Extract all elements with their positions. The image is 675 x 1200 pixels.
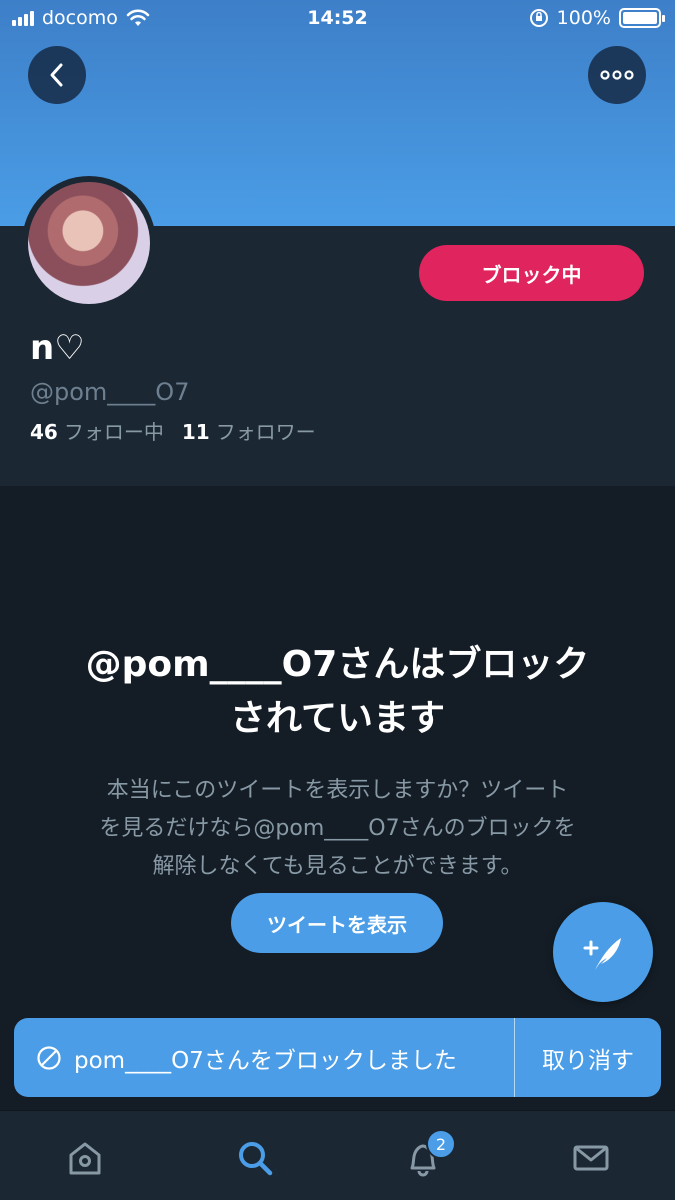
profile-stats: 46 フォロー中 11 フォロワー bbox=[30, 416, 316, 445]
undo-button[interactable]: 取り消す bbox=[515, 1041, 661, 1075]
more-icon bbox=[600, 70, 634, 80]
blocked-title-line2: されています bbox=[230, 698, 445, 739]
home-icon bbox=[69, 1142, 101, 1175]
avatar-image bbox=[28, 182, 150, 304]
blocked-button[interactable]: ブロック中 bbox=[419, 245, 644, 301]
following-label: フォロー中 bbox=[63, 420, 164, 444]
block-icon bbox=[37, 1045, 61, 1070]
chevron-left-icon bbox=[50, 63, 63, 87]
blocked-description: 本当にこのツイートを表示しますか？ツイート を見るだけなら@pom____O7さ… bbox=[50, 772, 625, 886]
mail-icon bbox=[573, 1145, 609, 1171]
handle: @pom____O7 bbox=[30, 378, 190, 406]
more-options-button[interactable] bbox=[588, 46, 646, 104]
blocked-desc-line1: 本当にこのツイートを表示しますか？ツイート bbox=[106, 778, 569, 803]
blocked-title-line1: @pom____O7さんはブロック bbox=[85, 644, 590, 685]
blocked-desc-line2: を見るだけなら@pom____O7さんのブロックを bbox=[99, 816, 576, 841]
blocked-desc-line3: 解除しなくても見ることができます。 bbox=[152, 854, 523, 879]
block-toast: pom____O7さんをブロックしました 取り消す bbox=[14, 1018, 661, 1097]
status-bar: docomo 14:52 100% bbox=[0, 0, 675, 38]
compose-feather-icon bbox=[583, 938, 621, 970]
compose-tweet-button[interactable] bbox=[553, 902, 653, 1002]
battery-percent: 100% bbox=[556, 7, 611, 29]
followers-label: フォロワー bbox=[215, 420, 316, 444]
tab-search[interactable] bbox=[230, 1133, 280, 1183]
tab-notifications[interactable]: 2 bbox=[398, 1129, 456, 1183]
notification-badge: 2 bbox=[426, 1129, 456, 1159]
display-name: n♡ bbox=[30, 328, 85, 368]
blocked-title: @pom____O7さんはブロック されています bbox=[40, 638, 635, 746]
orientation-lock-icon bbox=[529, 9, 548, 27]
toast-message-area: pom____O7さんをブロックしました bbox=[14, 1041, 514, 1075]
toast-message: pom____O7さんをブロックしました bbox=[74, 1047, 457, 1074]
tab-home[interactable] bbox=[60, 1133, 110, 1183]
tab-messages[interactable] bbox=[566, 1133, 616, 1183]
avatar[interactable] bbox=[22, 176, 156, 310]
battery-icon bbox=[619, 8, 665, 28]
followers-stat[interactable]: 11 フォロワー bbox=[182, 416, 316, 445]
following-stat[interactable]: 46 フォロー中 bbox=[30, 416, 164, 445]
following-count: 46 bbox=[30, 420, 58, 444]
tab-bar: 2 bbox=[0, 1110, 675, 1200]
followers-count: 11 bbox=[181, 420, 210, 444]
show-tweets-button[interactable]: ツイートを表示 bbox=[231, 893, 443, 953]
status-right: 100% bbox=[529, 7, 665, 29]
search-icon bbox=[239, 1142, 273, 1176]
back-button[interactable] bbox=[28, 46, 86, 104]
